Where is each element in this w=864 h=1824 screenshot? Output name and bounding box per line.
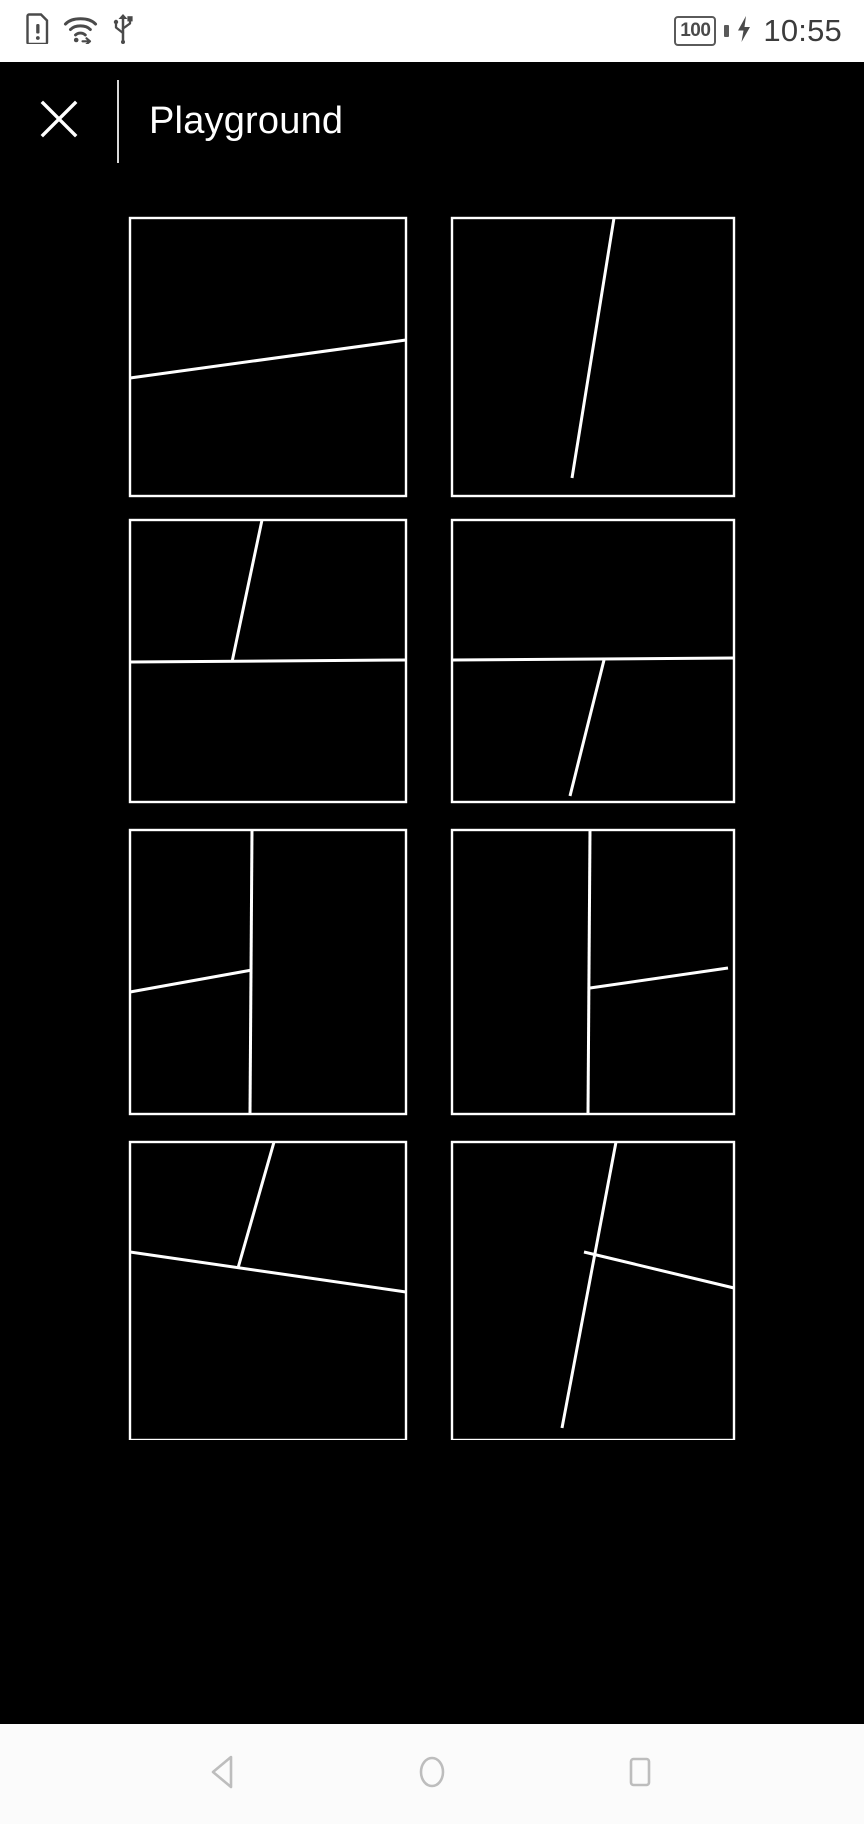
battery-terminal-icon xyxy=(724,25,730,37)
stimulus-grid xyxy=(0,190,864,1480)
steep-diagonal-crossing-slanted-line[interactable] xyxy=(444,1130,754,1440)
vertical-divider-with-right-diagonal[interactable] xyxy=(444,820,754,1130)
back-triangle-icon xyxy=(204,1752,244,1797)
horizontal-divider-with-upper-diagonal[interactable] xyxy=(110,510,420,820)
page-title: Playground xyxy=(149,99,344,142)
sim-alert-icon xyxy=(26,13,50,49)
charging-bolt-icon xyxy=(735,15,753,48)
status-bar-left-icons xyxy=(26,13,135,49)
recents-square-icon xyxy=(620,1752,660,1797)
app-toolbar: Playground xyxy=(0,62,864,180)
horizontal-divider-with-lower-diagonal[interactable] xyxy=(444,510,754,820)
status-bar-clock: 10:55 xyxy=(763,13,842,48)
single-slanted-line-in-frame[interactable] xyxy=(110,200,420,510)
battery-level-badge: 100 xyxy=(674,16,717,46)
recents-button[interactable] xyxy=(595,1729,685,1819)
home-circle-icon xyxy=(412,1752,452,1797)
vertical-divider-with-left-diagonal[interactable] xyxy=(110,820,420,1130)
android-navigation-bar xyxy=(0,1724,864,1824)
close-button[interactable] xyxy=(27,89,91,153)
usb-icon xyxy=(111,13,135,49)
home-button[interactable] xyxy=(387,1729,477,1819)
steep-diagonal-line-in-frame[interactable] xyxy=(444,200,754,510)
status-bar: 100 10:55 xyxy=(0,0,864,62)
close-x-icon xyxy=(37,97,81,146)
status-bar-right-info: 100 10:55 xyxy=(674,13,842,49)
playground-screen: 100 10:55 Playground xyxy=(0,0,864,1824)
toolbar-divider xyxy=(117,79,119,163)
crossing-diagonal-and-slanted-line[interactable] xyxy=(110,1130,420,1440)
wifi-icon xyxy=(63,13,98,49)
back-button[interactable] xyxy=(179,1729,269,1819)
